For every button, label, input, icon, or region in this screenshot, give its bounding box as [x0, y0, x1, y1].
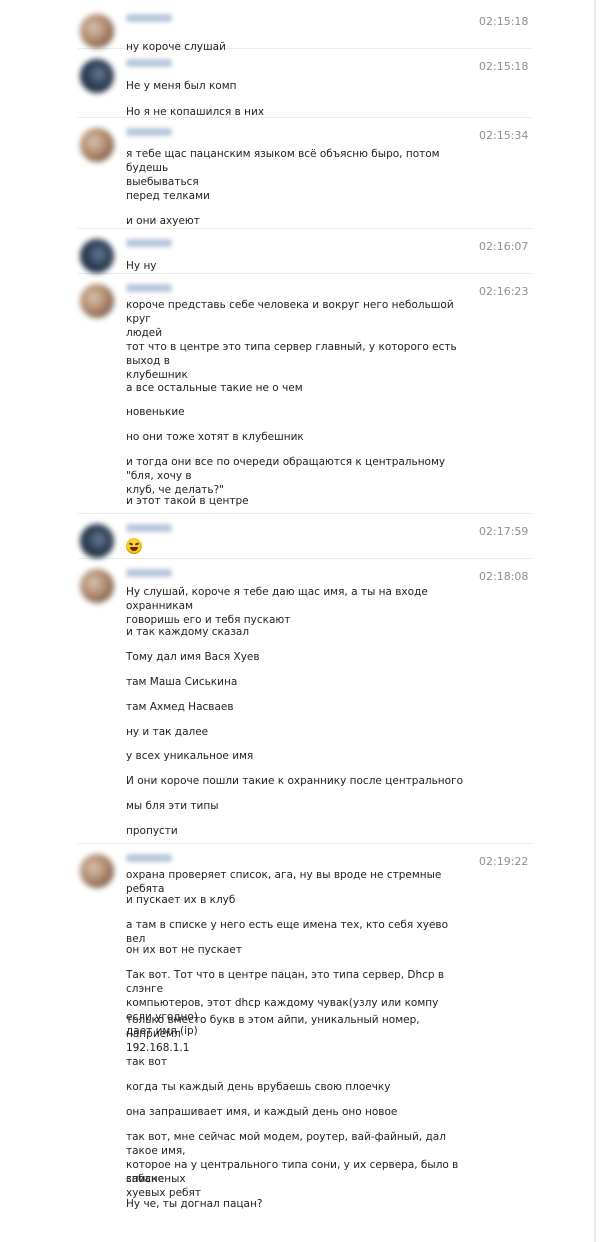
avatar[interactable]: [80, 569, 114, 603]
avatar[interactable]: [80, 59, 114, 93]
message-text: ну короче слушай: [126, 41, 226, 53]
message-timestamp[interactable]: 02:15:34: [479, 129, 528, 142]
message-text: и они ахуеют: [126, 215, 200, 227]
message-divider: [78, 273, 532, 274]
message-timestamp[interactable]: 02:17:59: [479, 525, 528, 538]
avatar[interactable]: [80, 284, 114, 318]
message-text: короче представь себе человека и вокруг …: [126, 299, 454, 339]
message-text: пропусти: [126, 825, 178, 837]
author-name-blurred[interactable]: [126, 524, 172, 532]
message-text: он их вот не пускает: [126, 944, 242, 956]
message-text: Ну ну: [126, 260, 157, 272]
message-text: там Маша Сиськина: [126, 676, 238, 688]
scrollbar-track[interactable]: [594, 0, 596, 1242]
message-text: ну и так далее: [126, 726, 209, 738]
message-text: она запрашивает имя, и каждый день оно н…: [126, 1106, 398, 1118]
message-text: Но я не копашился в них: [126, 106, 265, 118]
message-divider: [78, 513, 532, 514]
message-text: так вот, мне сейчас мой модем, роутер, в…: [126, 1131, 459, 1199]
message-text: перед телками: [126, 190, 210, 202]
message-timestamp[interactable]: 02:19:22: [479, 855, 528, 868]
message-text: но они тоже хотят в клубешник: [126, 431, 304, 443]
message-text: новенькие: [126, 406, 185, 418]
message-divider: [78, 228, 532, 229]
message-text: и этот такой в центре: [126, 495, 249, 507]
message-text: там Ахмед Насваев: [126, 701, 234, 713]
message-text: и тогда они все по очереди обращаются к …: [126, 456, 446, 496]
author-name-blurred[interactable]: [126, 59, 172, 67]
message-timestamp[interactable]: 02:16:23: [479, 285, 528, 298]
message-text: только вместо букв в этом айпи, уникальн…: [126, 1014, 420, 1054]
message-text: а все остальные такие не о чем: [126, 382, 303, 394]
message-text: и так каждому сказал: [126, 626, 250, 638]
avatar[interactable]: [80, 14, 114, 48]
avatar[interactable]: [80, 854, 114, 888]
message-text: а там в списке у него есть еще имена тех…: [126, 919, 449, 945]
message-divider: [78, 558, 532, 559]
message-text: Тому дал имя Вася Хуев: [126, 651, 260, 663]
message-text: мы бля эти типы: [126, 800, 219, 812]
message-timestamp[interactable]: 02:15:18: [479, 60, 528, 73]
avatar[interactable]: [80, 524, 114, 558]
avatar[interactable]: [80, 128, 114, 162]
message-text: и пускает их в клуб: [126, 894, 236, 906]
message-timestamp[interactable]: 02:18:08: [479, 570, 528, 583]
author-name-blurred[interactable]: [126, 569, 172, 577]
message-text: И они короче пошли такие к охраннику пос…: [126, 775, 464, 787]
author-name-blurred[interactable]: [126, 284, 172, 292]
message-text: так вот: [126, 1056, 167, 1068]
message-text: я тебе щас пацанским языком всё объясню …: [126, 148, 440, 188]
message-text: когда ты каждый день врубаешь свою плоеч…: [126, 1081, 391, 1093]
message-text: тот что в центре это типа сервер главный…: [126, 341, 457, 381]
message-divider: [78, 843, 532, 844]
message-text: Ну че, ты догнал пацан?: [126, 1198, 263, 1210]
author-name-blurred[interactable]: [126, 14, 172, 22]
laughing-tears-emoji: [126, 538, 142, 554]
message-text: у всех уникальное имя: [126, 750, 254, 762]
message-text: забаненых: [126, 1173, 186, 1185]
message-text: Ну слушай, короче я тебе даю щас имя, а …: [126, 586, 428, 626]
author-name-blurred[interactable]: [126, 128, 172, 136]
message-text: Не у меня был комп: [126, 80, 237, 92]
message-text: охрана проверяет список, ага, ну вы врод…: [126, 869, 442, 895]
message-timestamp[interactable]: 02:16:07: [479, 240, 528, 253]
author-name-blurred[interactable]: [126, 239, 172, 247]
avatar[interactable]: [80, 239, 114, 273]
message-timestamp[interactable]: 02:15:18: [479, 15, 528, 28]
author-name-blurred[interactable]: [126, 854, 172, 862]
chat-history: 02:15:18 ну короче слушай 02:15:18 Не у мен…: [0, 0, 600, 1242]
